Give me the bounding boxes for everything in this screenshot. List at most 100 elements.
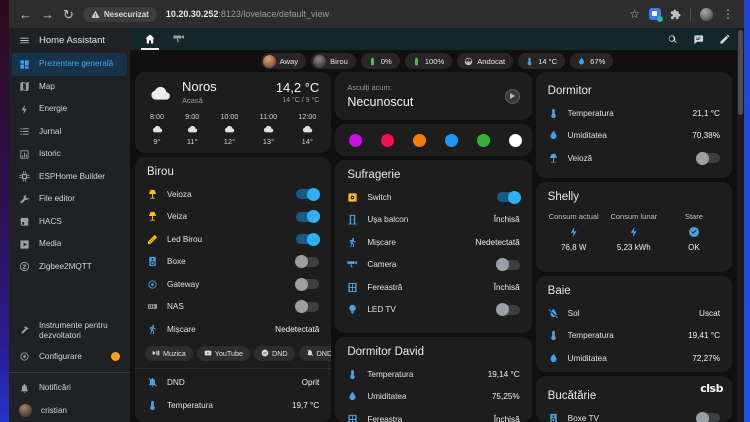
entity-row-temperatura[interactable]: Temperatura 19,7 °C	[135, 394, 331, 417]
chip-vacuum-docked[interactable]: Andocat	[457, 53, 514, 69]
browser-menu-icon[interactable]: ⋮	[722, 8, 734, 20]
toggle-off[interactable]	[695, 411, 720, 422]
toggle-on[interactable]	[296, 232, 321, 246]
entity-row-temperatura[interactable]: Temperatura 19,14 °C	[335, 363, 531, 386]
shelly-consum-actual[interactable]: Consum actual 76,8 W	[544, 212, 604, 252]
address-bar[interactable]: 10.20.30.252:8123/lovelace/default_view	[166, 9, 329, 19]
toggle-off[interactable]	[495, 303, 520, 317]
entity-row-gateway[interactable]: Gateway	[135, 273, 331, 296]
entity-row-nas[interactable]: NAS	[135, 296, 331, 319]
bookmark-star-icon[interactable]: ☆	[629, 8, 640, 20]
toggle-off[interactable]	[295, 277, 320, 291]
entity-row-led-birou[interactable]: Led Birou	[135, 228, 331, 251]
sidebar-item-overview[interactable]: Prezentare generală	[12, 53, 127, 76]
url-host: 10.20.30.252	[165, 9, 219, 19]
tab-cameras[interactable]	[173, 28, 185, 50]
entity-row-camera[interactable]: Camera	[335, 253, 531, 276]
sidebar-item-esphome[interactable]: ESPHome Builder	[9, 166, 130, 189]
back-button[interactable]: ←	[19, 8, 32, 21]
home-icon	[144, 33, 156, 45]
track-title: Necunoscut	[347, 95, 414, 109]
forecast-hour: 10:00 12°	[220, 112, 239, 147]
entity-row-miscare[interactable]: Mișcare Nedetectată	[135, 318, 331, 341]
sidebar-item-history[interactable]: Istoric	[9, 143, 130, 166]
entity-row-fereastra[interactable]: Fereastra Închisă	[335, 408, 531, 422]
reload-button[interactable]: ↻	[63, 8, 74, 21]
entity-row-dnd[interactable]: DND Oprit	[135, 372, 331, 395]
thermometer-icon	[147, 400, 158, 411]
chip-battery-0[interactable]: 0%	[360, 53, 400, 69]
entity-row-miscare[interactable]: Mișcare Nedetectată	[335, 231, 531, 254]
site-security-chip[interactable]: Nesecurizat	[82, 6, 157, 22]
forward-button[interactable]: →	[41, 8, 54, 21]
lamp-icon	[147, 189, 158, 200]
entity-row-umiditatea[interactable]: Umiditatea 72,27%	[536, 347, 732, 370]
color-swatch-red[interactable]	[381, 133, 395, 147]
sidebar-item-media[interactable]: Media	[9, 233, 130, 256]
entity-row-veiza[interactable]: Veiza	[135, 206, 331, 229]
media-play-button[interactable]	[504, 88, 520, 104]
card-title: Birou	[147, 166, 174, 179]
search-icon[interactable]	[667, 34, 678, 45]
extension-icon[interactable]	[649, 8, 663, 22]
edit-dashboard-icon[interactable]	[719, 34, 730, 45]
toggle-on[interactable]	[296, 210, 321, 224]
sidebar-item-logbook[interactable]: Jurnal	[9, 121, 130, 144]
toggle-off[interactable]	[295, 255, 320, 269]
sidebar-item-settings[interactable]: Configurare	[9, 346, 130, 369]
color-swatch-magenta[interactable]	[349, 133, 363, 147]
entity-row-temperatura[interactable]: Temperatura 19,41 °C	[536, 324, 732, 347]
chip-battery-100[interactable]: 100%	[404, 53, 453, 69]
color-swatch-white[interactable]	[509, 133, 523, 147]
scrollbar-thumb[interactable]	[738, 30, 743, 115]
color-swatch-orange[interactable]	[413, 133, 427, 147]
weather-card[interactable]: Noros Acasă 14,2 °C 14 °C / 9 °C 8:00 9°…	[135, 72, 332, 154]
entity-row-led-tv[interactable]: LED TV	[335, 298, 531, 321]
browser-profile-avatar[interactable]	[700, 7, 713, 21]
sidebar-item-hacs[interactable]: HACS	[9, 211, 130, 234]
tab-home[interactable]	[141, 28, 159, 50]
entity-row-boxe[interactable]: Boxe	[135, 251, 331, 274]
assist-chat-icon[interactable]	[693, 34, 704, 45]
entity-row-boxe-tv[interactable]: Boxe TV	[536, 407, 732, 422]
toggle-off[interactable]	[495, 258, 520, 272]
entity-row-switch[interactable]: Switch	[335, 186, 531, 209]
page-scrollbar[interactable]	[737, 28, 744, 422]
sidebar-item-file-editor[interactable]: File editor	[9, 188, 130, 211]
media-player-card[interactable]: Asculți acum: Necunoscut	[335, 72, 532, 120]
color-swatch-green[interactable]	[477, 133, 491, 147]
youtube-icon	[204, 349, 212, 357]
entity-row-fereastra[interactable]: Fereastră Închisă	[335, 276, 531, 299]
sidebar-item-energy[interactable]: Energie	[9, 98, 130, 121]
entity-row-veioza[interactable]: Veioza	[135, 183, 331, 206]
chip-dnd-minus[interactable]: DND	[254, 345, 295, 361]
entity-row-umiditatea[interactable]: Umiditatea 70,38%	[536, 124, 732, 147]
entity-row-temperatura[interactable]: Temperatura 21,1 °C	[536, 102, 732, 125]
sidebar-item-notifications[interactable]: Notificări	[9, 377, 130, 400]
toggle-on[interactable]	[296, 187, 321, 201]
entity-row-veioza[interactable]: Veioză	[536, 147, 732, 170]
chip-person-birou[interactable]: Birou	[311, 53, 356, 69]
chip-person-away[interactable]: Away	[260, 53, 307, 69]
toggle-off[interactable]	[295, 300, 320, 314]
shelly-consum-lunar[interactable]: Consum lunar 5,23 kWh	[604, 212, 664, 252]
entity-row-sol[interactable]: Sol Uscat	[536, 302, 732, 325]
sidebar-item-zigbee2mqtt[interactable]: Zigbee2MQTT	[9, 256, 130, 279]
chip-temperature[interactable]: 14 °C	[518, 53, 566, 69]
sidebar-toggle-icon[interactable]	[19, 35, 30, 46]
nas-icon	[147, 301, 158, 312]
chip-youtube[interactable]: YouTube	[196, 345, 251, 361]
entity-row-umiditatea[interactable]: Umiditatea 75,25%	[335, 385, 531, 408]
toggle-off[interactable]	[695, 151, 720, 165]
sidebar-item-user[interactable]: cristian	[9, 400, 130, 422]
color-swatch-blue[interactable]	[445, 133, 459, 147]
extensions-puzzle-icon[interactable]	[670, 9, 681, 20]
chip-dnd-bell[interactable]: DND	[298, 345, 332, 361]
chip-humidity[interactable]: 67%	[570, 53, 614, 69]
shelly-stare[interactable]: Stare OK	[664, 212, 724, 252]
sidebar-item-developer-tools[interactable]: Instrumente pentru dezvoltatori	[9, 316, 130, 346]
sidebar-item-map[interactable]: Map	[9, 76, 130, 99]
entity-row-usa-balcon[interactable]: Ușa balcon Închisă	[335, 208, 531, 231]
chip-muzica[interactable]: Muzica	[145, 345, 193, 361]
toggle-on[interactable]	[496, 190, 521, 204]
